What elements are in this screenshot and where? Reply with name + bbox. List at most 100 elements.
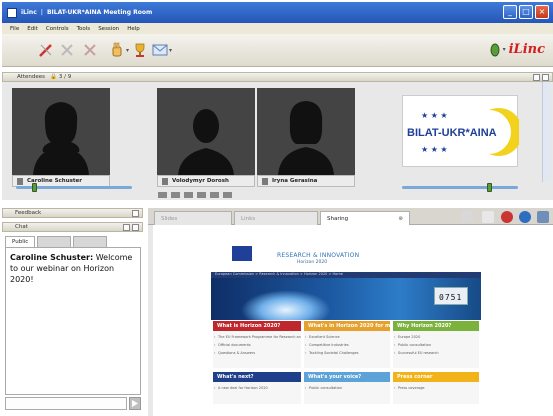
panel-pin-button[interactable] [533, 74, 540, 81]
hand-dropdown-arrow-icon[interactable]: ▾ [126, 47, 129, 54]
webpage-section-header[interactable]: Press corner [393, 372, 479, 382]
feedback-title: Feedback [15, 210, 42, 216]
chat-message-log[interactable]: Caroline Schuster: Welcome to our webina… [5, 247, 141, 395]
mail-dropdown-arrow-icon[interactable]: ▾ [169, 47, 172, 54]
webpage-breadcrumb: European Commission > Research & Innovat… [215, 272, 343, 276]
tab-notes[interactable] [73, 236, 108, 247]
shared-webpage[interactable]: RESEARCH & INNOVATION Horizon 2020 Europ… [211, 240, 481, 410]
panel-pin-button[interactable] [123, 224, 130, 231]
content-left-rail [148, 225, 153, 416]
person-silhouette-icon [178, 109, 234, 175]
play-icon[interactable] [158, 192, 167, 198]
menu-tools[interactable]: Tools [77, 26, 91, 32]
tab-sharing-label: Sharing [327, 215, 349, 222]
menu-help[interactable]: Help [127, 26, 140, 32]
attendees-title: Attendees [17, 74, 45, 80]
stop-sharing-icon[interactable] [501, 211, 513, 223]
webpage-link[interactable]: The EU Framework Programme for Research … [213, 335, 301, 339]
menu-controls[interactable]: Controls [46, 26, 69, 32]
attendee-nameplate: Iryna Gerasina [257, 175, 355, 187]
zoom-slider-track[interactable] [402, 186, 518, 189]
webpage-link[interactable]: Questions & Answers [213, 351, 301, 355]
screen-share-icon[interactable] [537, 211, 549, 223]
minimize-button[interactable]: _ [503, 5, 517, 19]
status-light-icon[interactable] [490, 43, 500, 57]
volume-slider-knob[interactable] [32, 183, 37, 192]
webpage-section-header[interactable]: What's your voice? [304, 372, 390, 382]
person-mini-icon [162, 177, 168, 185]
webpage-link[interactable]: Official documents [213, 343, 301, 347]
record-icon[interactable] [184, 192, 193, 198]
webpage-section-header[interactable]: Why Horizon 2020? [393, 321, 479, 331]
send-icon [132, 400, 138, 407]
award-icon[interactable] [132, 42, 148, 58]
project-logo: BILAT-UKR*AINA ★ ★ ★ ★ ★ ★ [402, 95, 523, 167]
attendee-name: Iryna Gerasina [272, 178, 318, 184]
video-controls-bar [158, 192, 254, 198]
webpage-link[interactable]: Tackling Societal Challenges [304, 351, 390, 355]
microphone-icon[interactable] [210, 192, 219, 198]
mail-icon[interactable] [152, 42, 168, 58]
webpage-section-header[interactable]: What is Horizon 2020? [213, 321, 301, 331]
webpage-banner: 0751 [211, 278, 481, 320]
raise-hand-icon[interactable] [109, 42, 125, 58]
webpage-section-body: The EU Framework Programme for Research … [213, 331, 301, 368]
pointer-tool-icon[interactable] [461, 211, 473, 223]
clear-icon[interactable] [82, 42, 98, 58]
chat-panel-header[interactable]: Chat [2, 222, 143, 232]
whiteboard-tool-icon[interactable] [482, 211, 494, 223]
attendee-video-tile[interactable] [257, 88, 355, 175]
webpage-link[interactable]: Excellent Science [304, 335, 390, 339]
webpage-title: RESEARCH & INNOVATION [277, 252, 360, 259]
tab-links[interactable]: Links [234, 211, 318, 225]
chat-tabs: Public [5, 236, 141, 247]
webpage-link[interactable]: Successful EU research [393, 351, 479, 355]
close-tab-icon[interactable]: ⊗ [398, 216, 403, 222]
delete-icon[interactable] [59, 42, 75, 58]
attendees-scrollbar[interactable] [542, 82, 551, 182]
send-button[interactable] [129, 397, 141, 410]
web-browse-icon[interactable] [519, 211, 531, 223]
webpage-link[interactable]: Public consultation [393, 343, 479, 347]
panel-menu-button[interactable] [542, 74, 549, 81]
panel-pin-button[interactable] [132, 210, 139, 217]
chat-sender: Caroline Schuster: [10, 253, 94, 262]
panel-menu-button[interactable] [132, 224, 139, 231]
tab-public[interactable]: Public [5, 236, 36, 247]
webpage-link[interactable]: Competitive Industries [304, 343, 390, 347]
camera-icon[interactable] [197, 192, 206, 198]
menu-session[interactable]: Session [98, 26, 119, 32]
attendee-video-tile[interactable] [12, 88, 110, 175]
tab-slides[interactable]: Slides [154, 211, 232, 225]
webpage-link[interactable]: Press coverage [393, 386, 479, 390]
tab-sharing[interactable]: Sharing ⊗ [320, 211, 410, 225]
webpage-section-body: Europe 2020 Public consultation Successf… [393, 331, 479, 368]
tab-private[interactable] [37, 236, 72, 247]
logo-text: BILAT-UKR*AINA [407, 127, 497, 139]
status-dropdown-arrow-icon[interactable]: ▾ [503, 46, 506, 53]
pen-icon[interactable] [38, 42, 54, 58]
attendee-video-tile[interactable] [157, 88, 255, 175]
maximize-button[interactable]: □ [519, 5, 533, 19]
menu-file[interactable]: File [10, 26, 19, 32]
chat-input[interactable] [5, 397, 127, 410]
chat-title: Chat [15, 224, 28, 230]
window-title: BILAT-UKR*AINA Meeting Room [46, 9, 153, 16]
webpage-counter: 0751 [434, 287, 468, 305]
webpage-link[interactable]: Europe 2020 [393, 335, 479, 339]
zoom-slider-knob[interactable] [487, 183, 492, 192]
webpage-link[interactable]: Public consultation [304, 386, 390, 390]
person-silhouette-icon [278, 101, 334, 175]
webpage-section-header[interactable]: What's in Horizon 2020 for me? [304, 321, 390, 331]
settings-icon[interactable] [223, 192, 232, 198]
pause-icon[interactable] [171, 192, 180, 198]
webpage-link[interactable]: A new deal for Horizon 2020 [213, 386, 301, 390]
feedback-panel-header[interactable]: Feedback [2, 208, 143, 218]
svg-text:★ ★ ★: ★ ★ ★ [421, 145, 448, 154]
attendee-name: Volodymyr Dorosh [172, 178, 229, 184]
webpage-section-header[interactable]: What's next? [213, 372, 301, 382]
menu-edit[interactable]: Edit [27, 26, 38, 32]
person-mini-icon [17, 177, 23, 185]
close-button[interactable]: × [535, 5, 549, 19]
window-titlebar: iLinc | BILAT-UKR*AINA Meeting Room _ □ × [2, 2, 553, 23]
